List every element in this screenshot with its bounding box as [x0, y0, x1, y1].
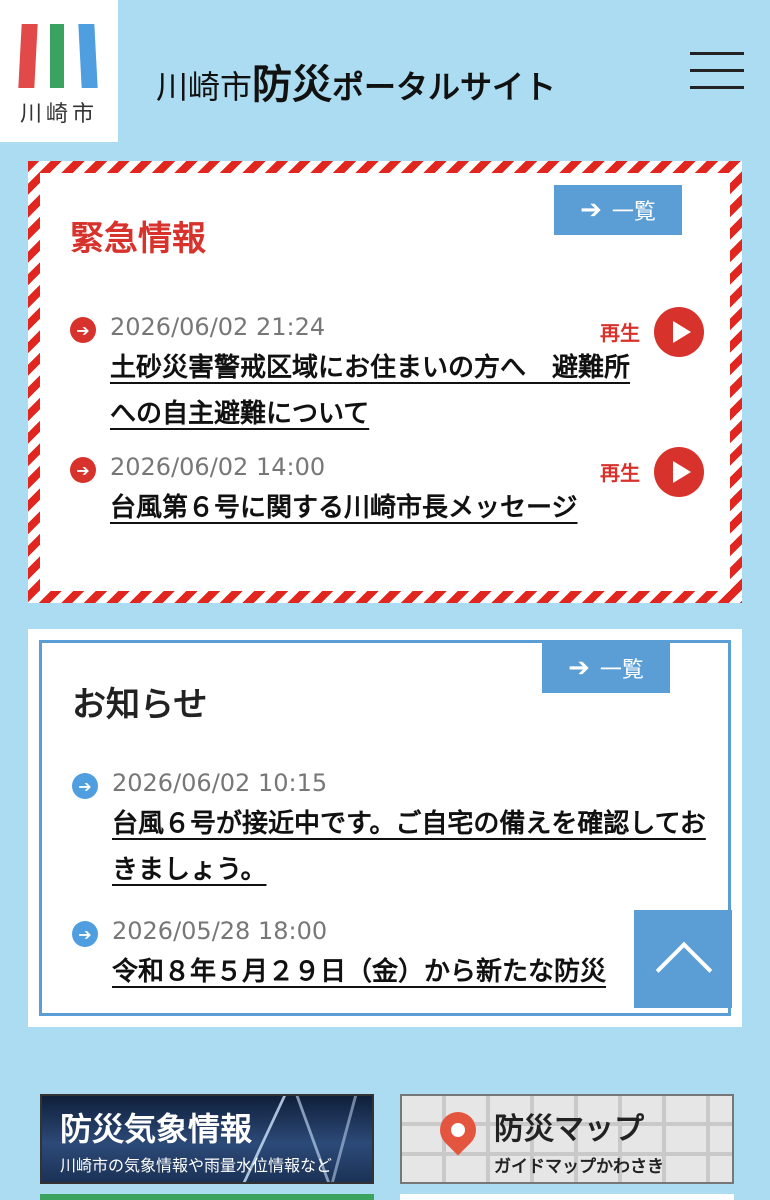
- weather-banner-subtitle: 川崎市の気象情報や雨量水位情報など: [60, 1156, 333, 1175]
- notice-item-link[interactable]: 令和８年５月２９日（金）から新たな防災: [112, 949, 712, 995]
- site-header: 川崎市 川崎市防災ポータルサイト: [0, 0, 770, 142]
- logo-green-stripe: [50, 24, 64, 88]
- emergency-item-date: 2026/06/02 21:24: [110, 313, 326, 341]
- play-label: 再生: [600, 321, 640, 345]
- emergency-list-label: 一覧: [611, 200, 656, 225]
- next-banner-edge: [40, 1194, 374, 1200]
- map-banner-subtitle: ガイドマップかわさき: [494, 1157, 664, 1177]
- arrow-circle-icon: ➔: [70, 317, 96, 343]
- menu-line: [690, 86, 744, 89]
- weather-banner-title: 防災気象情報: [60, 1110, 253, 1148]
- logo-blue-stripe: [78, 24, 98, 88]
- menu-line: [690, 69, 744, 72]
- arrow-right-icon: ➔: [580, 195, 602, 225]
- notice-item-link[interactable]: 台風６号が接近中です。ご自宅の備えを確認しておきましょう。: [112, 801, 712, 893]
- map-pin-icon: [432, 1104, 484, 1156]
- menu-icon[interactable]: [690, 52, 744, 90]
- logo-red-stripe: [18, 24, 38, 88]
- emergency-item-link[interactable]: 土砂災害警戒区域にお住まいの方へ 避難所への自主避難について: [110, 345, 630, 437]
- emergency-title: 緊急情報: [70, 219, 206, 259]
- play-label: 再生: [600, 461, 640, 485]
- arrow-circle-icon: ➔: [72, 921, 98, 947]
- emergency-panel-body: ➔ 一覧 緊急情報 ➔ 2026/06/02 21:24 再生 土砂災害警戒区域…: [40, 173, 730, 591]
- notice-list-button[interactable]: ➔ 一覧: [542, 643, 670, 693]
- notice-item-date: 2026/05/28 18:00: [112, 917, 328, 945]
- emergency-panel: ➔ 一覧 緊急情報 ➔ 2026/06/02 21:24 再生 土砂災害警戒区域…: [28, 161, 742, 603]
- site-title-portal: ポータルサイト: [332, 68, 557, 106]
- play-icon[interactable]: [654, 307, 704, 357]
- emergency-item-link[interactable]: 台風第６号に関する川崎市長メッセージ: [110, 485, 630, 531]
- notice-item-date: 2026/06/02 10:15: [112, 769, 328, 797]
- next-banner-edge: [400, 1194, 734, 1200]
- city-logo[interactable]: 川崎市: [0, 0, 118, 142]
- weather-info-banner[interactable]: 防災気象情報 川崎市の気象情報や雨量水位情報など: [40, 1094, 374, 1184]
- map-banner-title: 防災マップ: [494, 1112, 644, 1147]
- disaster-map-banner[interactable]: 防災マップ ガイドマップかわさき: [400, 1094, 734, 1184]
- back-to-top-button[interactable]: [634, 910, 732, 1008]
- notice-panel-body: ➔ 一覧 お知らせ ➔ 2026/06/02 10:15 台風６号が接近中です。…: [39, 640, 731, 1016]
- notice-list-label: 一覧: [599, 658, 644, 683]
- site-title-bousai: 防災: [252, 62, 333, 108]
- arrow-circle-icon: ➔: [70, 457, 96, 483]
- logo-text: 川崎市: [19, 102, 98, 127]
- site-title[interactable]: 川崎市防災ポータルサイト: [156, 52, 556, 108]
- play-icon[interactable]: [654, 447, 704, 497]
- site-title-city: 川崎市: [156, 68, 253, 106]
- emergency-list-button[interactable]: ➔ 一覧: [554, 185, 682, 235]
- emergency-item-date: 2026/06/02 14:00: [110, 453, 326, 481]
- menu-line: [690, 52, 744, 55]
- notice-title: お知らせ: [72, 685, 208, 725]
- lightning-icon: [329, 1096, 358, 1182]
- arrow-circle-icon: ➔: [72, 773, 98, 799]
- arrow-right-icon: ➔: [568, 653, 590, 683]
